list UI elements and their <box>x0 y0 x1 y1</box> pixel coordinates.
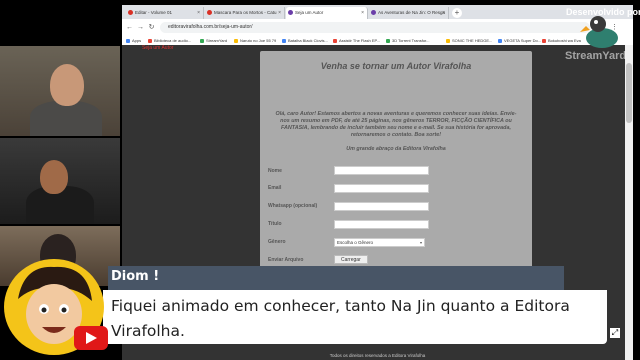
close-icon[interactable]: × <box>278 7 281 19</box>
tab-seja-um-autor[interactable]: Seja um Autor × <box>286 7 368 19</box>
tab-na-jin[interactable]: As Aventuras de Na Jin: O Resga × <box>369 7 449 19</box>
name-field[interactable] <box>334 166 429 175</box>
close-icon[interactable]: × <box>197 7 200 19</box>
forward-icon[interactable]: → <box>136 23 145 32</box>
genre-label: Gênero <box>268 239 286 245</box>
tab-label: As Aventuras de Na Jin: O Resga <box>378 10 445 15</box>
genre-selected-value: Escolha o Gênero <box>337 240 374 245</box>
streamyard-brand: StreamYard <box>565 50 627 62</box>
participant-head <box>40 160 68 194</box>
bookmark-item[interactable]: Assistir The Flash EP... <box>333 37 380 44</box>
tab-editar[interactable]: Editar - Volume 01 × <box>126 7 204 19</box>
webcam-participant-1 <box>0 46 120 136</box>
email-field[interactable] <box>334 184 429 193</box>
tab-label: Editar - Volume 01 <box>135 10 173 15</box>
form-intro: Olá, caro Autor! Estamos abertos a novas… <box>275 111 517 138</box>
title-field[interactable] <box>334 220 429 229</box>
nav-link-seja-um-autor[interactable]: Seja um Autor <box>142 45 173 51</box>
play-icon <box>86 332 97 344</box>
close-icon[interactable]: × <box>361 7 364 19</box>
participant-head <box>50 64 84 106</box>
close-icon[interactable]: × <box>442 7 445 19</box>
tab-favicon-icon <box>207 10 212 15</box>
bookmark-item[interactable]: VEGETA Super Do... <box>498 37 541 44</box>
page-footer: Todos os direitos reservados a Editora V… <box>329 353 426 358</box>
webcam-participant-2 <box>0 138 120 224</box>
bookmark-item[interactable]: Apps <box>126 37 141 44</box>
address-bar[interactable]: editoravirafolha.com.br/seja-um-autor/ <box>160 22 590 33</box>
upload-button[interactable]: Carregar <box>334 255 368 264</box>
participant-body <box>30 101 102 136</box>
bookmark-item[interactable]: Biblioteca de audio... <box>148 37 191 44</box>
expand-icon[interactable]: ⤢ <box>610 328 620 338</box>
title-label: Título <box>268 221 282 227</box>
bookmark-item[interactable]: 3D Torrent Transfor... <box>386 37 430 44</box>
bookmark-item[interactable]: StreamYard <box>200 37 227 44</box>
page-scrollbar[interactable] <box>625 45 633 360</box>
form-title: Venha se tornar um Autor Virafolha <box>320 61 472 71</box>
browser-toolbar: ← → ↻ editoravirafolha.com.br/seja-um-au… <box>122 19 633 36</box>
reload-icon[interactable]: ↻ <box>147 23 156 32</box>
whatsapp-label: Whatsapp (opcional) <box>268 203 318 209</box>
genre-select[interactable]: Escolha o Gênero ▾ <box>334 238 425 247</box>
name-label: Nome <box>268 168 282 174</box>
bookmark-item[interactable]: Bokuboshi wa Eva <box>542 37 581 44</box>
tab-strip: Editar - Volume 01 × Mascara Para os Mor… <box>122 5 633 19</box>
tab-favicon-icon <box>288 10 293 15</box>
tab-mascara[interactable]: Mascara Para os Mortos - Catu × <box>205 7 285 19</box>
tab-label: Seja um Autor <box>295 10 324 15</box>
bookmark-item[interactable]: Batalha Black Clovis... <box>282 37 328 44</box>
form-signoff: Um grande abraço da Editora Virafolha <box>346 146 446 152</box>
new-tab-button[interactable]: + <box>452 8 462 18</box>
chevron-down-icon: ▾ <box>419 240 422 245</box>
speaker-name-bar <box>108 266 564 290</box>
speaker-name: Diom ! <box>111 269 160 284</box>
bookmark-item[interactable]: SONIC THE HEDGE... <box>446 37 492 44</box>
tab-favicon-icon <box>128 10 133 15</box>
file-label: Enviar Arquivo <box>268 257 304 263</box>
whatsapp-field[interactable] <box>334 202 429 211</box>
duck-logo-icon <box>580 16 618 48</box>
email-label: Email <box>268 185 282 191</box>
tab-label: Mascara Para os Mortos - Catu <box>214 10 277 15</box>
back-icon[interactable]: ← <box>125 23 134 32</box>
scrollbar-thumb[interactable] <box>626 63 632 123</box>
tab-favicon-icon <box>371 10 376 15</box>
caption-text: Fiquei animado em conhecer, tanto Na Jin… <box>111 297 570 340</box>
bookmark-item[interactable]: Naruto no Joe 55 79 <box>234 37 276 44</box>
